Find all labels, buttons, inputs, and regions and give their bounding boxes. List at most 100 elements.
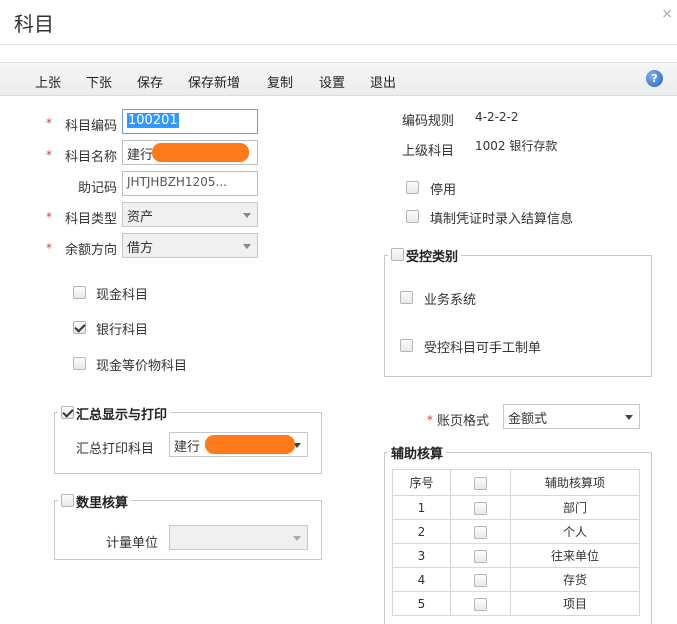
aux-row-no: 1 bbox=[392, 495, 451, 520]
table-row[interactable]: 4 存货 bbox=[392, 567, 640, 592]
aux-row-item: 往来单位 bbox=[510, 543, 640, 568]
cash-account-label: 现金科目 bbox=[96, 288, 149, 303]
summary-legend-text: 汇总显示与打印 bbox=[76, 408, 168, 423]
chevron-down-icon bbox=[243, 244, 251, 249]
manual-voucher-checkbox[interactable] bbox=[400, 339, 413, 352]
help-icon[interactable]: ? bbox=[646, 70, 663, 87]
ledger-format-label: 账页格式 bbox=[437, 414, 490, 429]
row-checkbox[interactable] bbox=[474, 525, 487, 539]
code-rule-label: 编码规则 bbox=[402, 114, 455, 129]
settings-button[interactable]: 设置 bbox=[319, 72, 345, 91]
print-account-value: 建行 bbox=[174, 440, 201, 455]
chevron-down-icon bbox=[293, 536, 301, 541]
required-mark: * bbox=[46, 148, 52, 162]
required-mark: * bbox=[46, 241, 52, 255]
prev-button[interactable]: 上张 bbox=[35, 72, 61, 91]
save-new-button[interactable]: 保存新增 bbox=[188, 72, 240, 91]
aux-row-no: 4 bbox=[392, 567, 451, 592]
toolbar: 上张 下张 保存 保存新增 复制 设置 退出 ? bbox=[0, 62, 677, 96]
row-checkbox[interactable] bbox=[474, 573, 487, 587]
quantity-legend-text: 数里核算 bbox=[76, 496, 129, 511]
next-button[interactable]: 下张 bbox=[86, 72, 112, 91]
manual-voucher-label: 受控科目可手工制单 bbox=[424, 341, 542, 356]
required-mark: * bbox=[46, 210, 52, 224]
aux-legend: 辅助核算 bbox=[388, 443, 447, 462]
unit-select[interactable] bbox=[169, 525, 308, 550]
controlled-legend: 受控类别 bbox=[388, 246, 462, 265]
disabled-label: 停用 bbox=[430, 183, 457, 198]
ledger-format-value: 金额式 bbox=[508, 412, 548, 427]
chevron-down-icon bbox=[243, 213, 251, 218]
summary-legend: 汇总显示与打印 bbox=[58, 404, 171, 423]
table-row[interactable]: 1 部门 bbox=[392, 495, 640, 520]
bank-account-label: 银行科目 bbox=[96, 323, 149, 338]
aux-row-item: 项目 bbox=[510, 591, 640, 616]
table-row[interactable]: 5 项目 bbox=[392, 591, 640, 616]
bank-account-checkbox[interactable] bbox=[73, 321, 86, 334]
mnemonic-value: JHTJHBZH1205... bbox=[127, 175, 227, 189]
aux-col-select bbox=[450, 469, 511, 496]
settle-info-checkbox[interactable] bbox=[406, 210, 419, 223]
summary-checkbox[interactable] bbox=[61, 406, 74, 419]
row-checkbox[interactable] bbox=[474, 549, 487, 563]
select-all-checkbox[interactable] bbox=[474, 476, 487, 490]
copy-button[interactable]: 复制 bbox=[267, 72, 293, 91]
cash-equiv-checkbox[interactable] bbox=[73, 357, 86, 370]
required-mark: * bbox=[427, 413, 433, 427]
aux-row-select bbox=[450, 519, 511, 544]
redaction-mark bbox=[152, 143, 249, 162]
redaction-mark bbox=[205, 435, 295, 454]
aux-row-select bbox=[450, 567, 511, 592]
row-checkbox[interactable] bbox=[474, 501, 487, 515]
parent-account-label: 上级科目 bbox=[402, 144, 455, 159]
type-label: 科目类型 bbox=[64, 212, 117, 227]
mnemonic-label: 助记码 bbox=[77, 181, 117, 196]
direction-value: 借方 bbox=[127, 241, 154, 256]
direction-label: 余额方向 bbox=[64, 243, 117, 258]
direction-select[interactable]: 借方 bbox=[122, 233, 258, 258]
row-checkbox[interactable] bbox=[474, 597, 487, 611]
aux-col-item: 辅助核算项 bbox=[510, 469, 640, 496]
aux-table: 序号 辅助核算项 1 部门 2 个人 3 往来单位 4 存货 5 项目 bbox=[392, 469, 640, 616]
name-value: 建行 bbox=[127, 148, 154, 163]
required-mark: * bbox=[46, 116, 52, 130]
business-system-checkbox[interactable] bbox=[400, 291, 413, 304]
aux-row-item: 部门 bbox=[510, 495, 640, 520]
aux-table-header: 序号 辅助核算项 bbox=[392, 469, 640, 496]
cash-account-checkbox[interactable] bbox=[73, 286, 86, 299]
mnemonic-input[interactable]: JHTJHBZH1205... bbox=[122, 171, 258, 196]
chevron-down-icon bbox=[625, 415, 633, 420]
code-label: 科目编码 bbox=[64, 119, 117, 134]
aux-row-no: 2 bbox=[392, 519, 451, 544]
settle-info-label: 填制凭证时录入结算信息 bbox=[430, 212, 574, 227]
title-divider bbox=[0, 44, 677, 45]
aux-row-item: 个人 bbox=[510, 519, 640, 544]
aux-row-select bbox=[450, 591, 511, 616]
name-label: 科目名称 bbox=[64, 150, 117, 165]
aux-row-item: 存货 bbox=[510, 567, 640, 592]
window-title: 科目 bbox=[14, 12, 54, 36]
aux-row-select bbox=[450, 495, 511, 520]
controlled-checkbox[interactable] bbox=[391, 248, 404, 261]
aux-col-no: 序号 bbox=[392, 469, 451, 496]
quantity-checkbox[interactable] bbox=[61, 494, 74, 507]
print-account-label: 汇总打印科目 bbox=[76, 442, 155, 457]
table-row[interactable]: 3 往来单位 bbox=[392, 543, 640, 568]
cash-equiv-label: 现金等价物科目 bbox=[96, 359, 188, 374]
controlled-legend-text: 受控类别 bbox=[406, 250, 459, 265]
ledger-format-select[interactable]: 金额式 bbox=[503, 404, 640, 429]
controlled-group bbox=[384, 255, 652, 377]
unit-label: 计量单位 bbox=[106, 536, 159, 551]
aux-row-no: 3 bbox=[392, 543, 451, 568]
exit-button[interactable]: 退出 bbox=[370, 72, 396, 91]
quantity-legend: 数里核算 bbox=[58, 492, 132, 511]
type-value: 资产 bbox=[127, 210, 154, 225]
aux-row-select bbox=[450, 543, 511, 568]
disabled-checkbox[interactable] bbox=[406, 181, 419, 194]
code-input[interactable]: 100201 bbox=[122, 109, 258, 134]
parent-account-value: 1002 银行存款 bbox=[475, 139, 558, 153]
table-row[interactable]: 2 个人 bbox=[392, 519, 640, 544]
save-button[interactable]: 保存 bbox=[137, 72, 163, 91]
type-select[interactable]: 资产 bbox=[122, 202, 258, 227]
close-icon[interactable]: × bbox=[661, 6, 673, 22]
